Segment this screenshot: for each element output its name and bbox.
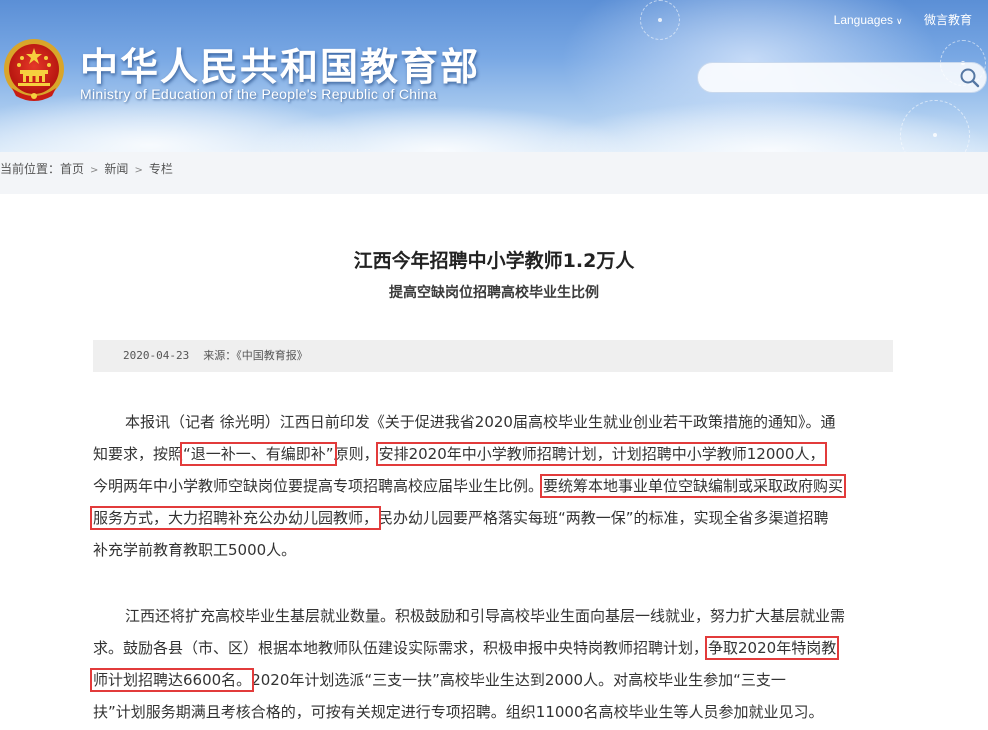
- text-segment: 原则，: [333, 445, 379, 463]
- breadcrumb: 当前位置：首页 > 新闻 > 专栏: [0, 160, 173, 180]
- national-emblem-icon: [4, 39, 64, 101]
- chevron-down-icon: ∨: [896, 16, 903, 26]
- chevron-right-icon: >: [90, 165, 99, 176]
- highlighted-text: 师计划招聘达6600名。: [89, 668, 255, 692]
- weibo-link[interactable]: 微言教育: [924, 13, 972, 27]
- breadcrumb-column[interactable]: 专栏: [149, 162, 173, 176]
- article-meta: 2020-04-23 来源：《中国教育报》: [93, 340, 893, 372]
- breadcrumb-label: 当前位置：: [0, 162, 61, 176]
- highlighted-text: 服务方式，大力招聘补充公办幼儿园教师，: [89, 506, 382, 530]
- chevron-right-icon: >: [134, 165, 143, 176]
- languages-menu[interactable]: Languages ∨: [816, 13, 903, 27]
- article-paragraph-2: 江西还将扩充高校毕业生基层就业数量。积极鼓励和引导高校毕业生面向基层一线就业，努…: [89, 600, 899, 728]
- text-segment: 民办幼儿园要严格落实每班“两教一保”的标准，实现全省多渠道招聘: [378, 509, 829, 527]
- article-container: 江西今年招聘中小学教师1.2万人 提高空缺岗位招聘高校毕业生比例 2020-04…: [0, 194, 988, 730]
- text-segment: 求。鼓励各县（市、区）根据本地教师队伍建设实际需求，积极申报中央特岗教师招聘计划…: [93, 639, 709, 657]
- top-links: Languages ∨ 微言教育: [798, 11, 972, 28]
- paragraph-line: 江西还将扩充高校毕业生基层就业数量。积极鼓励和引导高校毕业生面向基层一线就业，努…: [125, 607, 846, 625]
- text-segment: 知要求，按照: [93, 445, 184, 463]
- highlighted-text: 要统筹本地事业单位空缺编制或采取政府购买: [540, 474, 847, 498]
- site-header: 中华人民共和国教育部 Ministry of Education of the …: [0, 0, 988, 152]
- search-input[interactable]: [697, 62, 987, 93]
- breadcrumb-news[interactable]: 新闻: [104, 162, 128, 176]
- article-paragraph-1: 本报讯（记者 徐光明）江西日前印发《关于促进我省2020届高校毕业生就业创业若干…: [89, 406, 899, 566]
- breadcrumb-home[interactable]: 首页: [60, 162, 84, 176]
- highlighted-text: 安排2020年中小学教师招聘计划，计划招聘中小学教师12000人，: [375, 442, 828, 466]
- search-icon[interactable]: [959, 67, 981, 89]
- text-segment: 2020年计划选派“三支一扶”高校毕业生达到2000人。对高校毕业生参加“三支一: [251, 671, 786, 689]
- text-segment: 今明两年中小学教师空缺岗位要提高专项招聘高校应届毕业生比例。: [93, 477, 544, 495]
- article-subtitle: 提高空缺岗位招聘高校毕业生比例: [389, 285, 599, 301]
- highlighted-text: “退一补一、有编即补”: [180, 442, 337, 466]
- highlighted-text: 争取2020年特岗教: [705, 636, 840, 660]
- dandelion-icon: [640, 0, 680, 40]
- paragraph-line: 服务方式，大力招聘补充公办幼儿园教师，民办幼儿园要严格落实每班“两教一保”的标准…: [89, 502, 899, 534]
- paragraph-line: 扶”计划服务期满且考核合格的，可按有关规定进行专项招聘。组织11000名高校毕业…: [93, 703, 824, 721]
- article-date: 2020-04-23: [123, 349, 190, 362]
- paragraph-line: 补充学前教育教职工5000人。: [93, 541, 297, 559]
- paragraph-line: 师计划招聘达6600名。2020年计划选派“三支一扶”高校毕业生达到2000人。…: [89, 664, 899, 696]
- article-title: 江西今年招聘中小学教师1.2万人: [353, 250, 635, 272]
- paragraph-line: 求。鼓励各县（市、区）根据本地教师队伍建设实际需求，积极申报中央特岗教师招聘计划…: [93, 632, 899, 664]
- logo-chinese[interactable]: 中华人民共和国教育部: [80, 36, 480, 89]
- paragraph-line: 知要求，按照“退一补一、有编即补”原则，安排2020年中小学教师招聘计划，计划招…: [93, 438, 899, 470]
- article-source: 来源：《中国教育报》: [203, 349, 308, 362]
- paragraph-line: 本报讯（记者 徐光明）江西日前印发《关于促进我省2020届高校毕业生就业创业若干…: [125, 413, 836, 431]
- paragraph-line: 今明两年中小学教师空缺岗位要提高专项招聘高校应届毕业生比例。要统筹本地事业单位空…: [93, 470, 899, 502]
- logo-english[interactable]: Ministry of Education of the People's Re…: [80, 86, 437, 102]
- languages-label: Languages: [833, 13, 894, 27]
